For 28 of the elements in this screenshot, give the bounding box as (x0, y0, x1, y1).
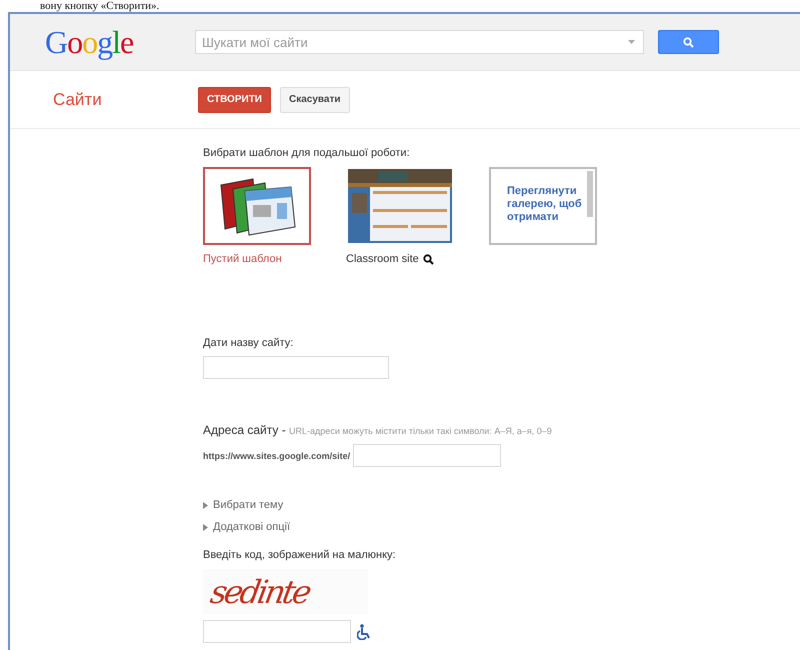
search-field[interactable]: Шукати мої сайти (195, 30, 644, 54)
create-button[interactable]: СТВОРИТИ (198, 86, 271, 112)
template-card[interactable] (203, 167, 311, 245)
search-button[interactable] (658, 30, 719, 54)
gallery-card[interactable]: Переглянути галерею, щоб отримати (489, 167, 597, 245)
cancel-button[interactable]: Скасувати (280, 86, 350, 112)
scrollbar[interactable] (587, 171, 593, 217)
app-title: Сайти (53, 90, 103, 110)
captcha-image: sedinte (203, 569, 368, 614)
field-label: Адреса сайту - URL-адреси можуть містити тільки такі символи: А–Я, а–я, 0–9 (203, 423, 553, 437)
template-label[interactable]: Пустий шаблон (203, 253, 282, 265)
url-prefix: https://www.sites.google.com/site/ (203, 450, 350, 460)
gallery-link[interactable]: Переглянути галерею, щоб отримати (491, 169, 587, 224)
site-address-field[interactable] (353, 444, 502, 467)
logo: Google (45, 24, 134, 60)
field-label: Дати назву сайту: (203, 337, 294, 349)
expander[interactable]: Вибрати тему (203, 499, 800, 511)
search-icon (683, 36, 694, 48)
wheelchair-icon[interactable] (357, 624, 371, 640)
section-label: Вибрати шаблон для подальшої роботи: (203, 147, 411, 159)
captcha-field[interactable] (203, 620, 351, 643)
expander[interactable]: Додаткові опції (203, 521, 800, 533)
site-name-field[interactable] (203, 356, 389, 379)
caret-icon (628, 40, 635, 44)
template-label[interactable]: Classroom site (346, 253, 419, 265)
search-icon[interactable] (422, 254, 434, 264)
field-label: Введіть код, зображений на малюнку: (203, 549, 397, 561)
document-text: вону кнопку «Створити». (40, 0, 160, 12)
